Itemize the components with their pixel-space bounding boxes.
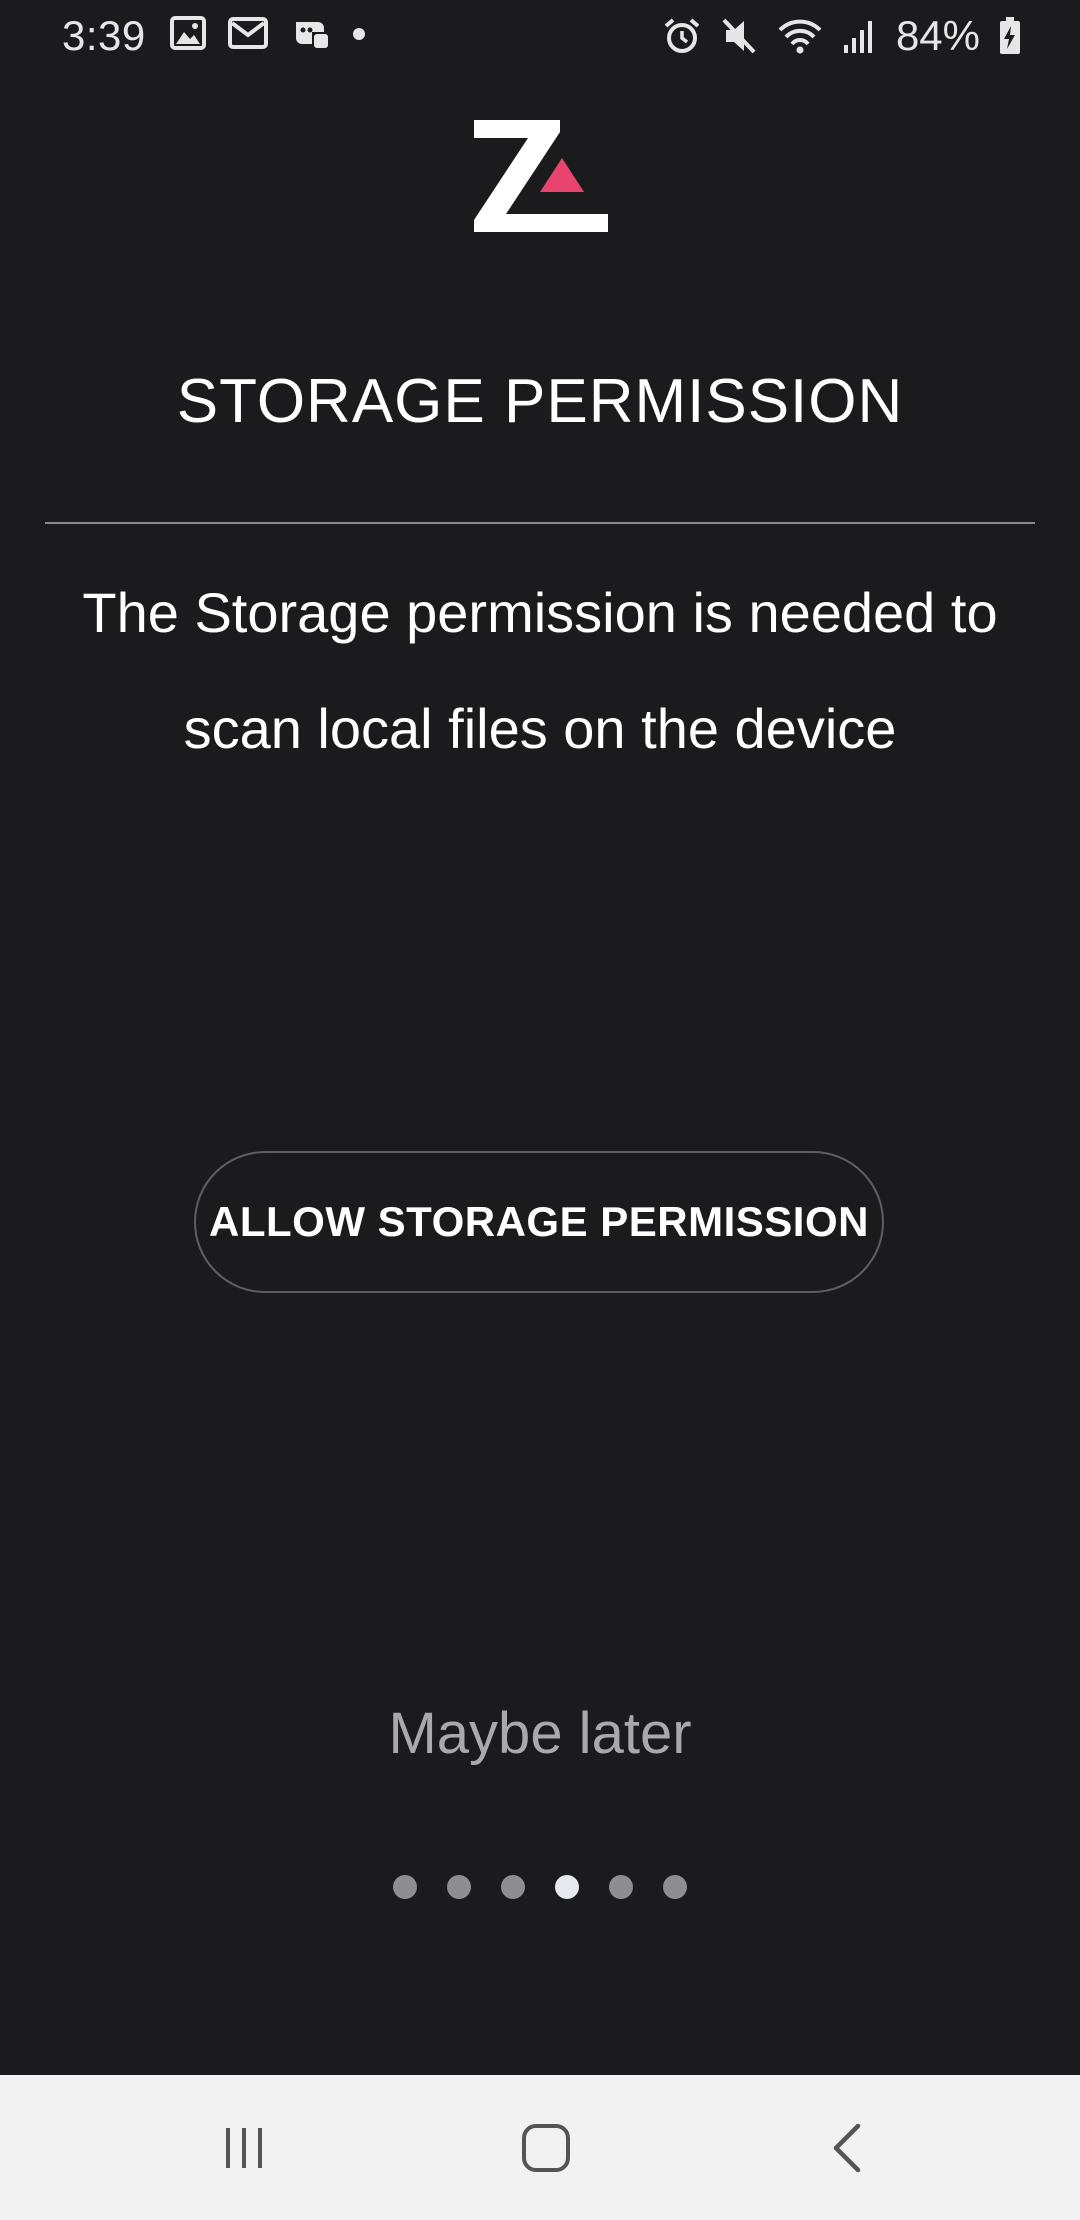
allow-storage-permission-button[interactable]: ALLOW STORAGE PERMISSION [194, 1151, 884, 1293]
back-button[interactable] [768, 2075, 928, 2220]
description-line-1: The Storage permission is needed to [82, 581, 998, 644]
page-indicator [0, 1875, 1080, 1899]
maybe-later-link[interactable]: Maybe later [0, 1700, 1080, 1767]
wifi-icon [776, 16, 824, 56]
status-time: 3:39 [62, 12, 146, 59]
permission-screen: 3:39 84% STORAGE PERMISSION The Storage … [0, 0, 1080, 2220]
back-icon [833, 2123, 861, 2172]
signal-icon [842, 17, 878, 55]
page-dot-4-active [555, 1875, 579, 1899]
recents-icon [226, 2127, 262, 2168]
page-dot-6 [663, 1875, 687, 1899]
mute-icon [720, 16, 758, 56]
description-line-2: scan local files on the device [183, 697, 897, 760]
zonealarm-logo-icon [474, 120, 608, 232]
page-title: STORAGE PERMISSION [176, 367, 904, 436]
page-dot-3 [501, 1875, 525, 1899]
page-dot-2 [447, 1875, 471, 1899]
permission-description: The Storage permission is needed to scan… [40, 555, 1040, 787]
home-button[interactable] [466, 2075, 626, 2220]
dot-icon [352, 16, 366, 50]
battery-percentage: 84% [895, 12, 980, 59]
system-status-icons: 84% [662, 12, 1022, 60]
status-bar: 3:39 84% [0, 0, 1080, 72]
battery-charging-icon [998, 16, 1022, 56]
notification-icons [170, 16, 366, 50]
home-icon [522, 2123, 570, 2172]
game-controller-icon [290, 16, 330, 50]
title-divider [45, 522, 1035, 524]
email-icon [228, 17, 268, 49]
page-dot-1 [393, 1875, 417, 1899]
navigation-bar [0, 2075, 1080, 2220]
app-logo [474, 120, 608, 232]
alarm-icon [662, 16, 702, 56]
page-dot-5 [609, 1875, 633, 1899]
gallery-icon [170, 16, 206, 50]
recents-button[interactable] [164, 2075, 324, 2220]
